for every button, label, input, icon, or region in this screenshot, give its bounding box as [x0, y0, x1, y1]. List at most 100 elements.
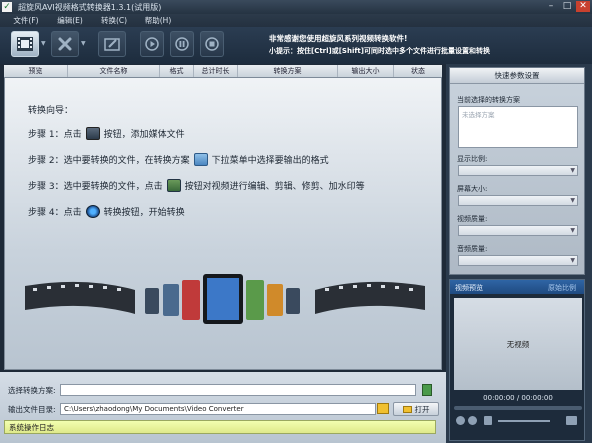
video-display: 无视频	[454, 298, 582, 390]
add-video-icon	[85, 127, 100, 140]
volume-icon[interactable]	[484, 416, 492, 425]
pause-button[interactable]	[170, 31, 194, 57]
output-dir-field[interactable]: C:\Users\zhaodong\My Documents\Video Con…	[60, 403, 376, 415]
step4-text-b: 转换按钮，开始转换	[103, 208, 185, 218]
ratio-label: 显示比例:	[457, 155, 488, 163]
col-status[interactable]: 状态	[394, 65, 442, 77]
edit-video-icon	[166, 179, 181, 192]
menu-edit[interactable]: 编辑(E)	[48, 15, 92, 26]
preview-header: 视频预览 原始比例	[450, 280, 584, 294]
volume-slider[interactable]	[498, 420, 550, 422]
audio-quality-select[interactable]: ▼	[458, 255, 578, 266]
no-video-text: 无视频	[506, 339, 530, 349]
step3-text-b: 按钮对视频进行编辑、剪辑、修剪、加水印等	[184, 182, 365, 192]
stop-icon	[205, 37, 219, 51]
step2-text-a: 步骤 2：选中要转换的文件，在转换方案	[28, 156, 190, 166]
col-filename[interactable]: 文件名称	[68, 65, 160, 77]
title-bar: ✓ 超旋风AVI视频格式转换器1.3.1(试用版) – □ ✕	[0, 0, 592, 14]
maximize-button[interactable]: □	[560, 1, 574, 12]
scheme-placeholder: 未选择方案	[462, 111, 495, 119]
video-quality-select[interactable]: ▼	[458, 225, 578, 236]
remove-x-icon	[58, 37, 72, 51]
col-format[interactable]: 格式	[160, 65, 194, 77]
col-profile[interactable]: 转换方案	[238, 65, 338, 77]
remove-file-button[interactable]	[51, 31, 79, 57]
play-icon[interactable]	[456, 416, 465, 425]
output-dir-row: 输出文件目录: C:\Users\zhaodong\My Documents\V…	[4, 402, 442, 416]
col-duration[interactable]: 总计时长	[194, 65, 238, 77]
chevron-down-icon: ▼	[570, 167, 575, 174]
step4-text-a: 步骤 4：点击	[28, 208, 82, 218]
checkmark-icon: ✓	[2, 2, 12, 12]
scheme-label: 当前选择的转换方案	[457, 96, 520, 104]
screen-size-label: 屏幕大小:	[457, 185, 488, 193]
edit-video-button[interactable]	[98, 31, 126, 57]
profile-label: 选择转换方案:	[8, 386, 56, 395]
time-readout: 00:00:00 / 00:00:00	[483, 394, 553, 402]
add-dropdown-caret[interactable]: ▼	[41, 40, 47, 48]
window-title: 超旋风AVI视频格式转换器1.3.1(试用版)	[18, 2, 162, 12]
open-button-label: 打开	[414, 404, 430, 414]
ratio-select[interactable]: ▼	[458, 165, 578, 176]
audio-quality-label: 音频质量:	[457, 245, 488, 253]
welcome-banner: 非常感谢您使用超旋风系列视频转换软件!	[269, 34, 408, 43]
save-profile-icon[interactable]	[422, 384, 432, 396]
screen-size-select[interactable]: ▼	[458, 195, 578, 206]
scheme-display: 未选择方案	[458, 106, 578, 148]
file-list-area[interactable]: 转换向导： 步骤 1：点击 按钮，添加媒体文件 步骤 2：选中要转换的文件，在转…	[4, 77, 442, 370]
menu-file[interactable]: 文件(F)	[4, 15, 48, 26]
guide-step-4: 步骤 4：点击 转换按钮，开始转换	[28, 205, 185, 218]
system-log-bar[interactable]: 系统操作日志	[4, 420, 436, 434]
right-panel: 快速参数设置 当前选择的转换方案 未选择方案 显示比例: ▼ 屏幕大小: ▼ 视…	[446, 64, 592, 443]
play-icon	[85, 205, 100, 218]
col-output-size[interactable]: 输出大小	[338, 65, 394, 77]
snapshot-icon[interactable]	[566, 416, 577, 425]
stop-icon[interactable]	[468, 416, 477, 425]
close-button[interactable]: ✕	[576, 1, 590, 12]
profile-row: 选择转换方案:	[4, 383, 442, 397]
remove-dropdown-caret[interactable]: ▼	[81, 40, 87, 48]
video-quality-label: 视频质量:	[457, 215, 488, 223]
stop-button[interactable]	[200, 31, 224, 57]
file-list-header: 预览 文件名称 格式 总计时长 转换方案 输出大小 状态	[4, 65, 442, 77]
step3-text-a: 步骤 3：选中要转换的文件，点击	[28, 182, 163, 192]
open-folder-button[interactable]: 打开	[393, 402, 439, 416]
step1-text-a: 步骤 1：点击	[28, 130, 82, 140]
chevron-down-icon: ▼	[570, 257, 575, 264]
video-preview-panel: 视频预览 原始比例 无视频 00:00:00 / 00:00:00	[449, 279, 585, 441]
seek-slider[interactable]	[454, 406, 582, 410]
profile-select[interactable]	[60, 384, 416, 396]
chevron-down-icon: ▼	[570, 227, 575, 234]
guide-step-3: 步骤 3：选中要转换的文件，点击 按钮对视频进行编辑、剪辑、修剪、加水印等	[28, 179, 365, 192]
tip-banner: 小提示：按住[Ctrl]或[Shift]可同时选中多个文件进行批量设置和转换	[269, 47, 490, 55]
player-controls	[454, 414, 582, 428]
settings-title: 快速参数设置	[450, 68, 584, 84]
add-video-icon	[17, 37, 33, 51]
folder-icon	[402, 405, 412, 413]
guide-heading-text: 转换向导：	[28, 106, 74, 116]
step1-text-b: 按钮，添加媒体文件	[103, 130, 185, 140]
aspect-ratio-toggle[interactable]: 原始比例	[548, 283, 576, 293]
convert-button[interactable]	[140, 31, 164, 57]
profile-icon	[193, 153, 208, 166]
play-icon	[145, 37, 159, 51]
chevron-down-icon: ▼	[570, 197, 575, 204]
edit-video-icon	[104, 38, 120, 51]
preview-title: 视频预览	[455, 284, 483, 292]
pause-icon	[175, 37, 189, 51]
col-preview[interactable]: 预览	[4, 65, 68, 77]
browse-folder-icon[interactable]	[377, 403, 389, 414]
menu-bar: 文件(F) 编辑(E) 转换(C) 帮助(H)	[0, 14, 592, 27]
quick-settings-panel: 快速参数设置 当前选择的转换方案 未选择方案 显示比例: ▼ 屏幕大小: ▼ 视…	[449, 67, 585, 275]
menu-help[interactable]: 帮助(H)	[136, 15, 180, 26]
guide-step-1: 步骤 1：点击 按钮，添加媒体文件	[28, 127, 185, 140]
toolbar: ▼ ▼ 非常感谢您使用超旋风系列视频转换软件! 小提示：按住[Ctrl]或[Sh…	[0, 27, 592, 64]
add-file-button[interactable]	[11, 31, 39, 57]
step2-text-b: 下拉菜单中选择要输出的格式	[211, 156, 329, 166]
guide-heading: 转换向导：	[28, 103, 73, 116]
output-dir-label: 输出文件目录:	[8, 405, 56, 414]
guide-step-2: 步骤 2：选中要转换的文件，在转换方案 下拉菜单中选择要输出的格式	[28, 153, 329, 166]
devices-filmstrip-illustration	[25, 274, 425, 324]
menu-convert[interactable]: 转换(C)	[92, 15, 136, 26]
minimize-button[interactable]: –	[544, 1, 558, 12]
